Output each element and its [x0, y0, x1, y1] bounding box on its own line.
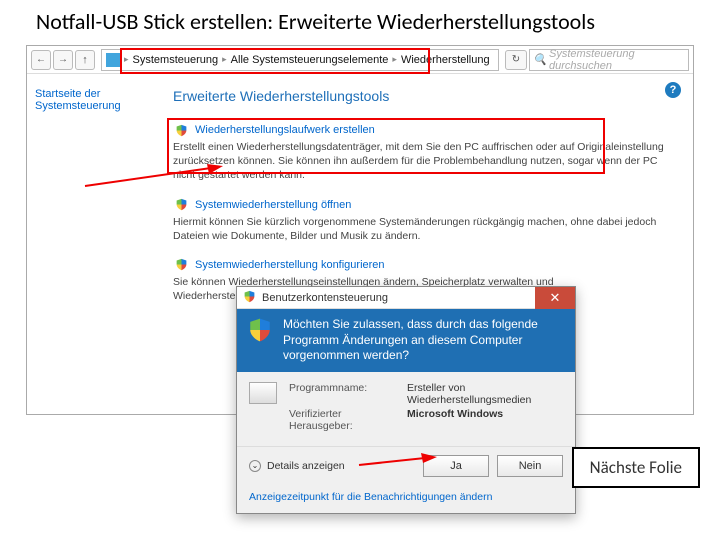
shield-icon	[243, 290, 256, 306]
page-heading: Erweiterte Wiederherstellungstools	[173, 88, 667, 104]
option-link[interactable]: Systemwiederherstellung konfigurieren	[195, 259, 385, 271]
shield-icon	[173, 257, 189, 273]
uac-header: Möchten Sie zulassen, dass durch das fol…	[237, 309, 575, 372]
option-link[interactable]: Wiederherstellungslaufwerk erstellen	[195, 124, 375, 136]
search-placeholder: Systemsteuerung durchsuchen	[549, 48, 684, 72]
search-icon: 🔍	[534, 54, 546, 66]
option-description: Hiermit können Sie kürzlich vorgenommene…	[173, 215, 667, 243]
shield-icon	[247, 317, 273, 346]
breadcrumb-item[interactable]: Systemsteuerung	[133, 54, 219, 66]
uac-actions: ⌄ Details anzeigen Ja Nein	[237, 446, 575, 485]
shield-icon	[173, 122, 189, 138]
uac-yes-button[interactable]: Ja	[423, 455, 489, 477]
breadcrumb-item[interactable]: Wiederherstellung	[401, 54, 490, 66]
uac-program-label: Programmname:	[289, 382, 399, 394]
control-panel-icon	[106, 53, 120, 67]
nav-back-button[interactable]: ←	[31, 50, 51, 70]
uac-info: Programmname: Ersteller von Wiederherstel…	[237, 372, 575, 446]
refresh-button[interactable]: ↻	[505, 50, 527, 70]
close-button[interactable]: ✕	[535, 287, 575, 309]
uac-question: Möchten Sie zulassen, dass durch das fol…	[283, 317, 565, 364]
breadcrumb-item[interactable]: Alle Systemsteuerungselemente	[231, 54, 389, 66]
breadcrumb-sep-icon: ▸	[392, 54, 397, 65]
uac-titlebar: Benutzerkontensteuerung ✕	[237, 287, 575, 309]
option-open-system-restore: Systemwiederherstellung öffnen Hiermit k…	[173, 197, 667, 243]
uac-no-button[interactable]: Nein	[497, 455, 563, 477]
sidebar: Startseite der Systemsteuerung	[27, 74, 167, 414]
toolbar: ← → ↑ ▸ Systemsteuerung ▸ Alle Systemste…	[27, 46, 693, 74]
breadcrumb-sep-icon: ▸	[222, 54, 227, 65]
drive-icon	[249, 382, 277, 404]
uac-publisher-label: Verifizierter Herausgeber:	[289, 408, 399, 432]
option-create-recovery-drive: Wiederherstellungslaufwerk erstellen Ers…	[173, 122, 667, 183]
sidebar-home-link[interactable]: Startseite der Systemsteuerung	[35, 88, 121, 112]
uac-title: Benutzerkontensteuerung	[262, 292, 388, 304]
slide-title: Notfall-USB Stick erstellen: Erweiterte …	[0, 0, 720, 45]
uac-settings-link[interactable]: Anzeigezeitpunkt für die Benachrichtigun…	[249, 491, 492, 503]
uac-dialog: Benutzerkontensteuerung ✕ Möchten Sie zu…	[236, 286, 576, 514]
nav-forward-button[interactable]: →	[53, 50, 73, 70]
uac-program-value: Ersteller von Wiederherstellungsmedien	[407, 382, 563, 406]
uac-details-toggle[interactable]: ⌄ Details anzeigen	[249, 460, 345, 472]
uac-details-label: Details anzeigen	[267, 460, 345, 472]
search-input[interactable]: 🔍 Systemsteuerung durchsuchen	[529, 49, 689, 71]
option-link[interactable]: Systemwiederherstellung öffnen	[195, 199, 351, 211]
nav-up-button[interactable]: ↑	[75, 50, 95, 70]
chevron-down-icon: ⌄	[249, 460, 261, 472]
next-slide-button[interactable]: Nächste Folie	[572, 447, 700, 488]
option-description: Erstellt einen Wiederherstellungsdatentr…	[173, 140, 667, 183]
breadcrumb-sep-icon: ▸	[124, 54, 129, 65]
breadcrumb[interactable]: ▸ Systemsteuerung ▸ Alle Systemsteuerung…	[101, 49, 499, 71]
shield-icon	[173, 197, 189, 213]
uac-footer: Anzeigezeitpunkt für die Benachrichtigun…	[237, 485, 575, 513]
uac-publisher-value: Microsoft Windows	[407, 408, 563, 420]
